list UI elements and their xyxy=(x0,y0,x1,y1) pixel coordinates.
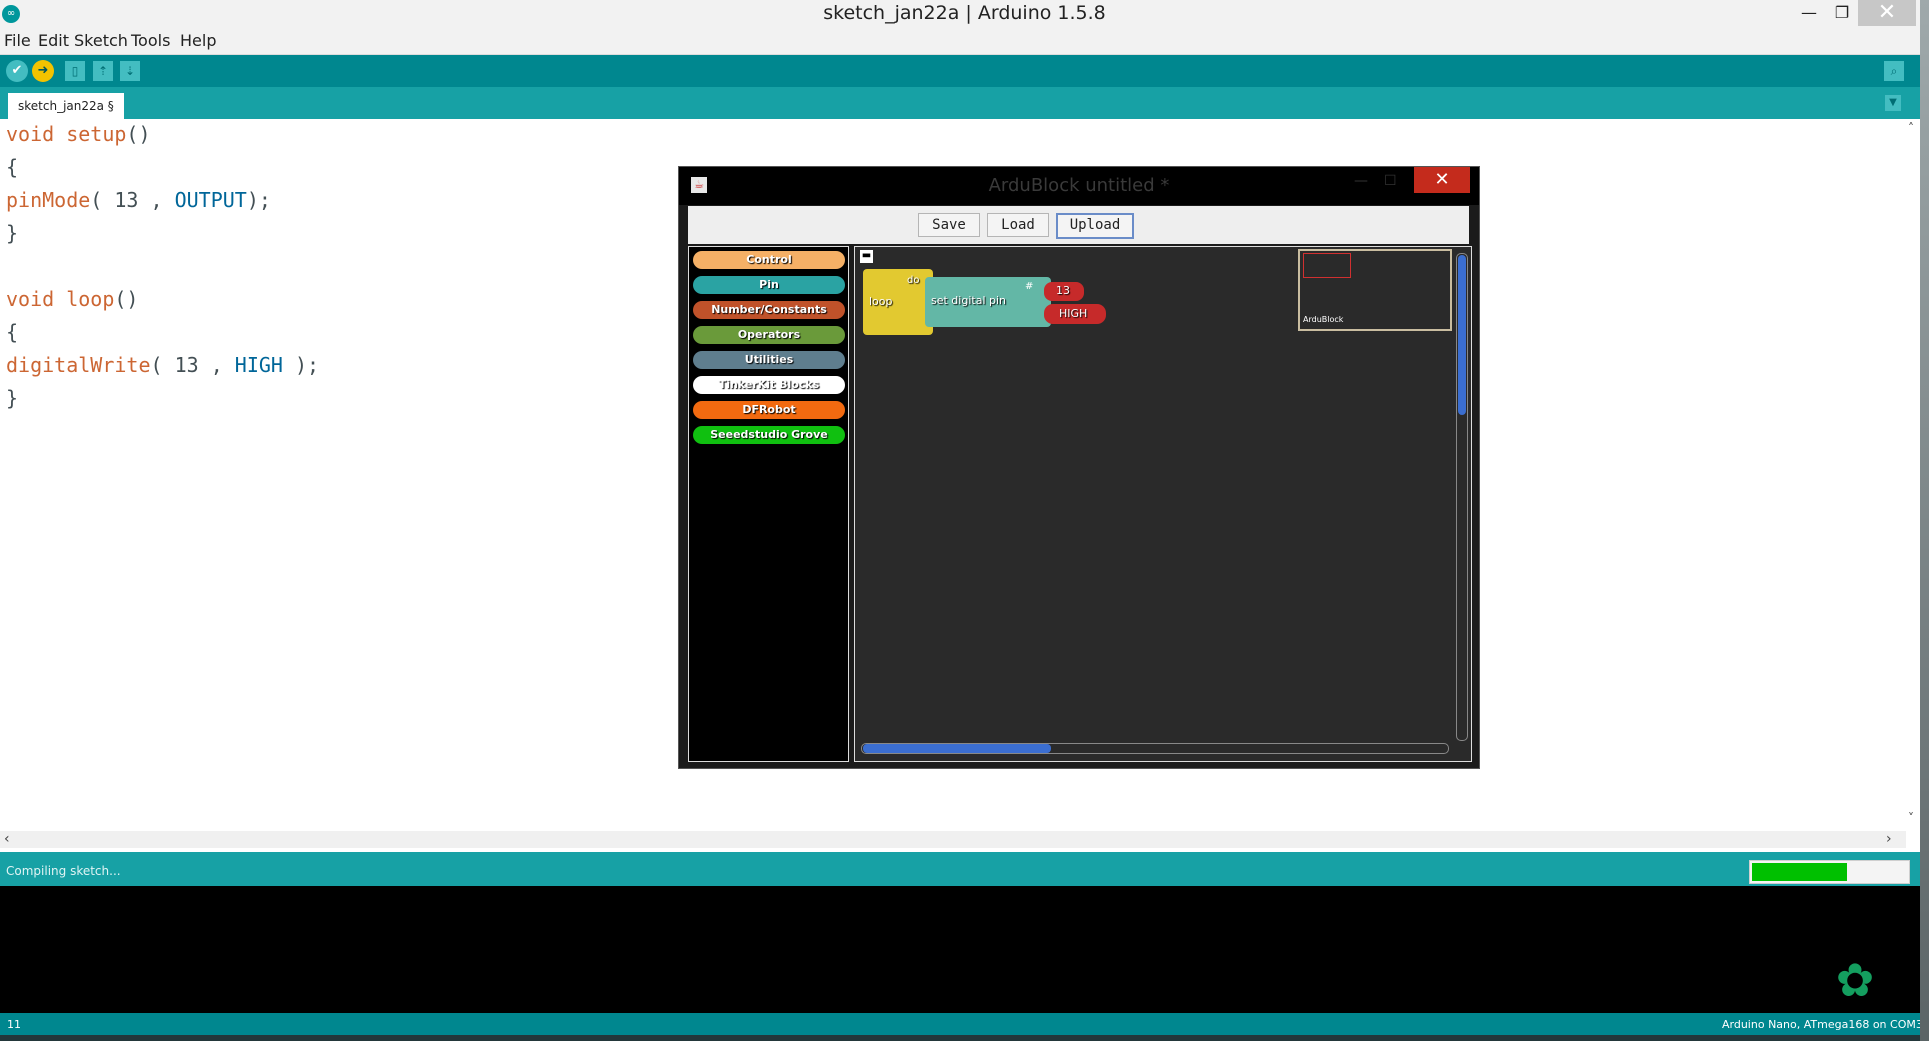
open-icon[interactable]: ⇡ xyxy=(93,61,113,81)
window-title: sketch_jan22a | Arduino 1.5.8 xyxy=(823,2,1106,24)
console-output[interactable] xyxy=(0,886,1920,1013)
block-palette: Control Pin Number/Constants Operators U… xyxy=(688,246,849,762)
menu-edit[interactable]: Edit xyxy=(38,31,69,50)
palette-seeedstudio-grove[interactable]: Seeedstudio Grove xyxy=(693,426,845,444)
watermark-logo: ✿ xyxy=(1835,953,1875,1007)
tab-bar: sketch_jan22a § ▼ xyxy=(0,87,1920,119)
set-digital-pin-block[interactable]: # set digital pin xyxy=(925,277,1051,327)
palette-control[interactable]: Control xyxy=(693,251,845,269)
ardublock-title-bar: ☕ ArduBlock untitled * — ☐ ✕ xyxy=(679,167,1479,205)
canvas-horizontal-scroll-thumb[interactable] xyxy=(863,744,1051,753)
canvas-vertical-scrollbar[interactable] xyxy=(1456,253,1468,741)
code-line: { xyxy=(6,320,19,344)
ardublock-window: ☕ ArduBlock untitled * — ☐ ✕ Save Load U… xyxy=(678,166,1480,769)
editor-horizontal-scrollbar[interactable]: ‹ › xyxy=(0,831,1906,848)
palette-pin[interactable]: Pin xyxy=(693,276,845,294)
ardublock-save-button[interactable]: Save xyxy=(918,213,980,237)
menu-tools[interactable]: Tools xyxy=(131,31,170,50)
palette-operators[interactable]: Operators xyxy=(693,326,845,344)
line-number: 11 xyxy=(7,1018,21,1031)
ardublock-button-bar: Save Load Upload xyxy=(688,206,1469,244)
title-bar: ∞ sketch_jan22a | Arduino 1.5.8 — ❐ ✕ xyxy=(0,0,1929,29)
palette-tinkerkit[interactable]: TinkerKit Blocks xyxy=(693,376,845,394)
menu-sketch[interactable]: Sketch xyxy=(74,31,128,50)
scroll-left-icon[interactable]: ‹ xyxy=(4,831,10,847)
menu-bar: File Edit Sketch Tools Help xyxy=(0,29,1929,55)
taskbar xyxy=(0,1035,1929,1041)
status-text: Compiling sketch... xyxy=(6,864,121,878)
close-button[interactable]: ✕ xyxy=(1858,0,1916,26)
minimap-viewport[interactable] xyxy=(1303,253,1351,278)
collapse-icon[interactable]: ▬ xyxy=(860,250,873,263)
code-line: { xyxy=(6,155,19,179)
editor-vertical-scrollbar[interactable]: ˄ ˅ xyxy=(1906,119,1920,831)
pin-number-value: 13 xyxy=(1056,284,1070,297)
ardublock-close-button[interactable]: ✕ xyxy=(1414,167,1470,193)
code-line: void loop() xyxy=(6,287,139,311)
pin-number-label: # xyxy=(1025,281,1034,292)
canvas-vertical-scroll-thumb[interactable] xyxy=(1458,255,1466,415)
code-line: } xyxy=(6,221,19,245)
serial-monitor-icon[interactable]: ⌕ xyxy=(1884,61,1904,81)
palette-dfrobot[interactable]: DFRobot xyxy=(693,401,845,419)
do-label: do xyxy=(907,275,920,286)
loop-block[interactable]: do loop xyxy=(863,269,933,335)
status-bar: Compiling sketch... xyxy=(0,852,1920,886)
ardublock-minimize-button[interactable]: — xyxy=(1354,173,1368,189)
compile-progress-fill xyxy=(1752,863,1847,881)
scroll-up-icon[interactable]: ˄ xyxy=(1908,121,1914,135)
desktop-background xyxy=(1920,0,1929,1041)
upload-icon[interactable]: ➜ xyxy=(32,60,54,82)
verify-icon[interactable]: ✔ xyxy=(6,60,28,82)
pin-number-block[interactable]: 13 xyxy=(1044,282,1084,301)
loop-label: loop xyxy=(869,295,893,308)
tab-menu-icon[interactable]: ▼ xyxy=(1885,95,1901,111)
ardublock-upload-button[interactable]: Upload xyxy=(1056,213,1134,239)
high-block[interactable]: HIGH xyxy=(1044,304,1106,324)
minimap-label: ArduBlock xyxy=(1303,315,1344,324)
ardublock-maximize-button[interactable]: ☐ xyxy=(1384,173,1397,189)
code-line: void setup() xyxy=(6,122,151,146)
palette-utilities[interactable]: Utilities xyxy=(693,351,845,369)
tab-sketch[interactable]: sketch_jan22a § xyxy=(8,93,124,119)
canvas-minimap[interactable]: ArduBlock xyxy=(1298,249,1452,331)
code-line: digitalWrite( 13 , HIGH ); xyxy=(6,353,320,377)
menu-file[interactable]: File xyxy=(4,31,31,50)
canvas-horizontal-scrollbar[interactable] xyxy=(861,743,1449,754)
scroll-right-icon[interactable]: › xyxy=(1886,831,1892,847)
new-icon[interactable]: ▯ xyxy=(65,61,85,81)
compile-progress-bar xyxy=(1749,860,1910,884)
code-line: } xyxy=(6,386,19,410)
code-line: pinMode( 13 , OUTPUT); xyxy=(6,188,271,212)
set-digital-pin-label: set digital pin xyxy=(931,294,1007,307)
palette-number-constants[interactable]: Number/Constants xyxy=(693,301,845,319)
high-value: HIGH xyxy=(1059,307,1088,320)
block-canvas[interactable]: ▬ do loop # set digital pin 13 HIGH Ardu… xyxy=(854,246,1472,762)
menu-help[interactable]: Help xyxy=(180,31,216,50)
footer-bar: 11 Arduino Nano, ATmega168 on COM3 xyxy=(0,1013,1923,1035)
scroll-down-icon[interactable]: ˅ xyxy=(1908,811,1914,825)
toolbar: ✔ ➜ ▯ ⇡ ⇣ ⌕ xyxy=(0,55,1920,87)
ardublock-load-button[interactable]: Load xyxy=(987,213,1049,237)
save-icon[interactable]: ⇣ xyxy=(120,61,140,81)
